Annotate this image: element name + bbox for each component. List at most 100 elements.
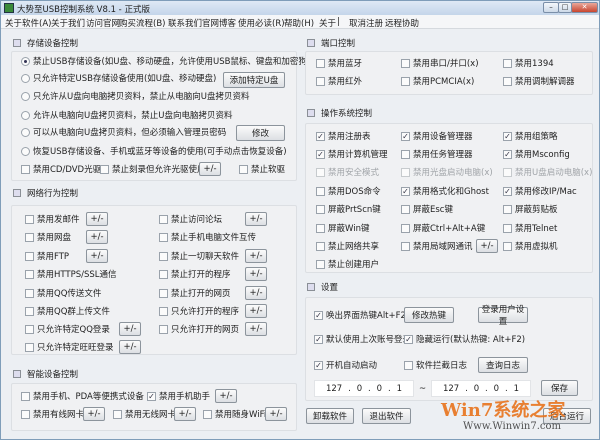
checkbox-item[interactable]: 禁用光盘启动电脑(x)	[401, 166, 493, 178]
menu-item[interactable]: 关于软件(A)	[5, 17, 51, 29]
checkbox-icon[interactable]: ✓	[503, 186, 512, 196]
checkbox-item[interactable]: 禁用安全模式	[316, 166, 379, 178]
radio-icon[interactable]	[21, 146, 30, 156]
checkbox-icon[interactable]	[503, 76, 512, 86]
checkbox-item[interactable]: 屏蔽Ctrl+Alt+A键	[401, 222, 485, 234]
checkbox-item[interactable]: 禁止手机电脑文件互传	[159, 231, 256, 243]
checkbox-icon[interactable]	[316, 259, 325, 269]
add-remove-button[interactable]: +/-	[119, 322, 141, 336]
checkbox-item[interactable]: 禁用HTTPS/SSL通信	[25, 268, 117, 280]
checkbox-item[interactable]: 禁用DOS命令	[316, 185, 381, 197]
menu-item[interactable]: 帮助(H)	[284, 17, 314, 29]
checkbox-icon[interactable]: ✓	[404, 334, 413, 344]
checkbox-icon[interactable]	[239, 164, 248, 174]
radio-icon[interactable]	[21, 73, 30, 83]
checkbox-item[interactable]: 禁用手机、PDA等便携式设备	[21, 390, 144, 402]
checkbox-icon[interactable]: ✓	[147, 391, 156, 401]
menu-item[interactable]: 联系我们	[168, 17, 202, 29]
checkbox-item[interactable]: 屏蔽Esc键	[401, 203, 453, 215]
checkbox-icon[interactable]	[401, 167, 410, 177]
radio-icon[interactable]	[21, 127, 30, 137]
checkbox-item[interactable]: ✓ 唤出界面热键Alt+F2	[314, 309, 406, 321]
checkbox-item[interactable]: 禁用随身WiFi	[203, 408, 266, 420]
checkbox-icon[interactable]	[503, 204, 512, 214]
checkbox-item[interactable]: 只允许打开的程序	[159, 305, 239, 317]
add-remove-button[interactable]: +/-	[86, 212, 108, 226]
login-user-settings-button[interactable]: 登录用户设置	[478, 305, 528, 327]
exit-button[interactable]: 退出软件	[362, 408, 411, 424]
add-remove-button[interactable]: +/-	[245, 322, 267, 336]
add-remove-button[interactable]: +/-	[86, 249, 108, 263]
checkbox-item[interactable]: ✓ 默认使用上次账号登录	[314, 333, 411, 345]
checkbox-icon[interactable]	[159, 214, 168, 224]
checkbox-item[interactable]: 禁用QQ群上传文件	[25, 305, 110, 317]
checkbox-icon[interactable]	[401, 223, 410, 233]
add-remove-button[interactable]: +/-	[245, 286, 267, 300]
radio-option[interactable]: 禁止USB存储设备(如U盘、移动硬盘，允许使用USB鼠标、键盘和加密狗)	[21, 55, 310, 67]
checkbox-item[interactable]: 禁止网络共享	[316, 240, 379, 252]
checkbox-icon[interactable]: ✓	[401, 186, 410, 196]
checkbox-icon[interactable]	[316, 186, 325, 196]
uninstall-button[interactable]: 卸载软件	[306, 408, 354, 424]
checkbox-icon[interactable]	[503, 241, 512, 251]
checkbox-item[interactable]: ✓ 隐藏运行(默认热键: Alt+F2)	[404, 333, 525, 345]
checkbox-item[interactable]: 屏蔽剪贴板	[503, 203, 558, 215]
radio-icon[interactable]	[21, 56, 30, 66]
checkbox-icon[interactable]	[25, 251, 34, 261]
menu-item[interactable]: 购买流程(B)	[119, 17, 165, 29]
checkbox-item[interactable]: 禁用任务管理器	[401, 148, 473, 160]
checkbox-icon[interactable]: ✓	[503, 149, 512, 159]
radio-option[interactable]: 只允许从U盘向电脑拷贝资料，禁止从电脑向U盘拷贝资料	[21, 90, 249, 102]
checkbox-item[interactable]: 禁用红外	[316, 75, 362, 87]
menu-item[interactable]: 关于我们	[51, 17, 85, 29]
checkbox-item[interactable]: 禁用蓝牙	[316, 57, 362, 69]
checkbox-icon[interactable]	[21, 409, 30, 419]
checkbox-item[interactable]: 屏蔽Win键	[316, 222, 369, 234]
checkbox-item[interactable]: 禁止创建用户	[316, 258, 379, 270]
menu-item[interactable]: 取消注册	[349, 17, 383, 29]
checkbox-icon[interactable]	[25, 232, 34, 242]
checkbox-icon[interactable]	[25, 214, 34, 224]
checkbox-item[interactable]: 只允许特定QQ登录	[25, 323, 110, 335]
checkbox-icon[interactable]	[401, 58, 410, 68]
checkbox-item[interactable]: 禁用局域网通讯	[401, 240, 473, 252]
add-specific-usb-button[interactable]: 添加特定U盘	[223, 72, 285, 88]
modify-hotkey-button[interactable]: 修改热键	[404, 307, 454, 323]
minimize-button[interactable]: –	[543, 2, 559, 13]
checkbox-item[interactable]: 禁用CD/DVD光驱	[21, 163, 101, 175]
checkbox-icon[interactable]	[503, 58, 512, 68]
checkbox-item[interactable]: 禁用调制解调器	[503, 75, 575, 87]
add-remove-button[interactable]: +/-	[245, 304, 267, 318]
checkbox-icon[interactable]	[159, 324, 168, 334]
checkbox-icon[interactable]: ✓	[503, 131, 512, 141]
add-remove-button[interactable]: +/-	[199, 162, 221, 176]
checkbox-item[interactable]: 只允许特定旺旺登录	[25, 341, 114, 353]
checkbox-icon[interactable]	[25, 342, 34, 352]
checkbox-icon[interactable]	[21, 164, 30, 174]
checkbox-icon[interactable]	[203, 409, 212, 419]
checkbox-icon[interactable]: ✓	[314, 310, 323, 320]
checkbox-icon[interactable]	[404, 360, 413, 370]
add-remove-button[interactable]: +/-	[86, 230, 108, 244]
checkbox-item[interactable]: ✓ 禁用设备管理器	[401, 130, 473, 142]
checkbox-icon[interactable]	[503, 223, 512, 233]
radio-option[interactable]: 只允许特定USB存储设备使用(如U盘、移动硬盘)	[21, 72, 216, 84]
checkbox-item[interactable]: ✓ 禁用计算机管理	[316, 148, 388, 160]
checkbox-icon[interactable]	[401, 76, 410, 86]
menu-item[interactable]: 访问官网	[86, 17, 120, 29]
checkbox-icon[interactable]	[401, 204, 410, 214]
radio-option[interactable]: 可以从电脑向U盘拷贝资料，但必须输入管理员密码	[21, 126, 226, 138]
menu-item[interactable]: 关于	[319, 17, 336, 29]
checkbox-icon[interactable]: ✓	[314, 334, 323, 344]
checkbox-icon[interactable]	[21, 391, 30, 401]
ip-start-input[interactable]: 127. 0. 0. 1	[314, 380, 414, 397]
checkbox-item[interactable]: 禁用QQ传送文件	[25, 287, 101, 299]
add-remove-button[interactable]: +/-	[174, 407, 196, 421]
add-remove-button[interactable]: +/-	[265, 407, 287, 421]
radio-icon[interactable]	[21, 91, 30, 101]
add-remove-button[interactable]: +/-	[476, 239, 498, 253]
checkbox-item[interactable]: 软件拦截日志	[404, 359, 467, 371]
checkbox-icon[interactable]: ✓	[316, 131, 325, 141]
menu-item[interactable]: 官网博客	[202, 17, 236, 29]
checkbox-item[interactable]: 禁用虚拟机	[503, 240, 558, 252]
